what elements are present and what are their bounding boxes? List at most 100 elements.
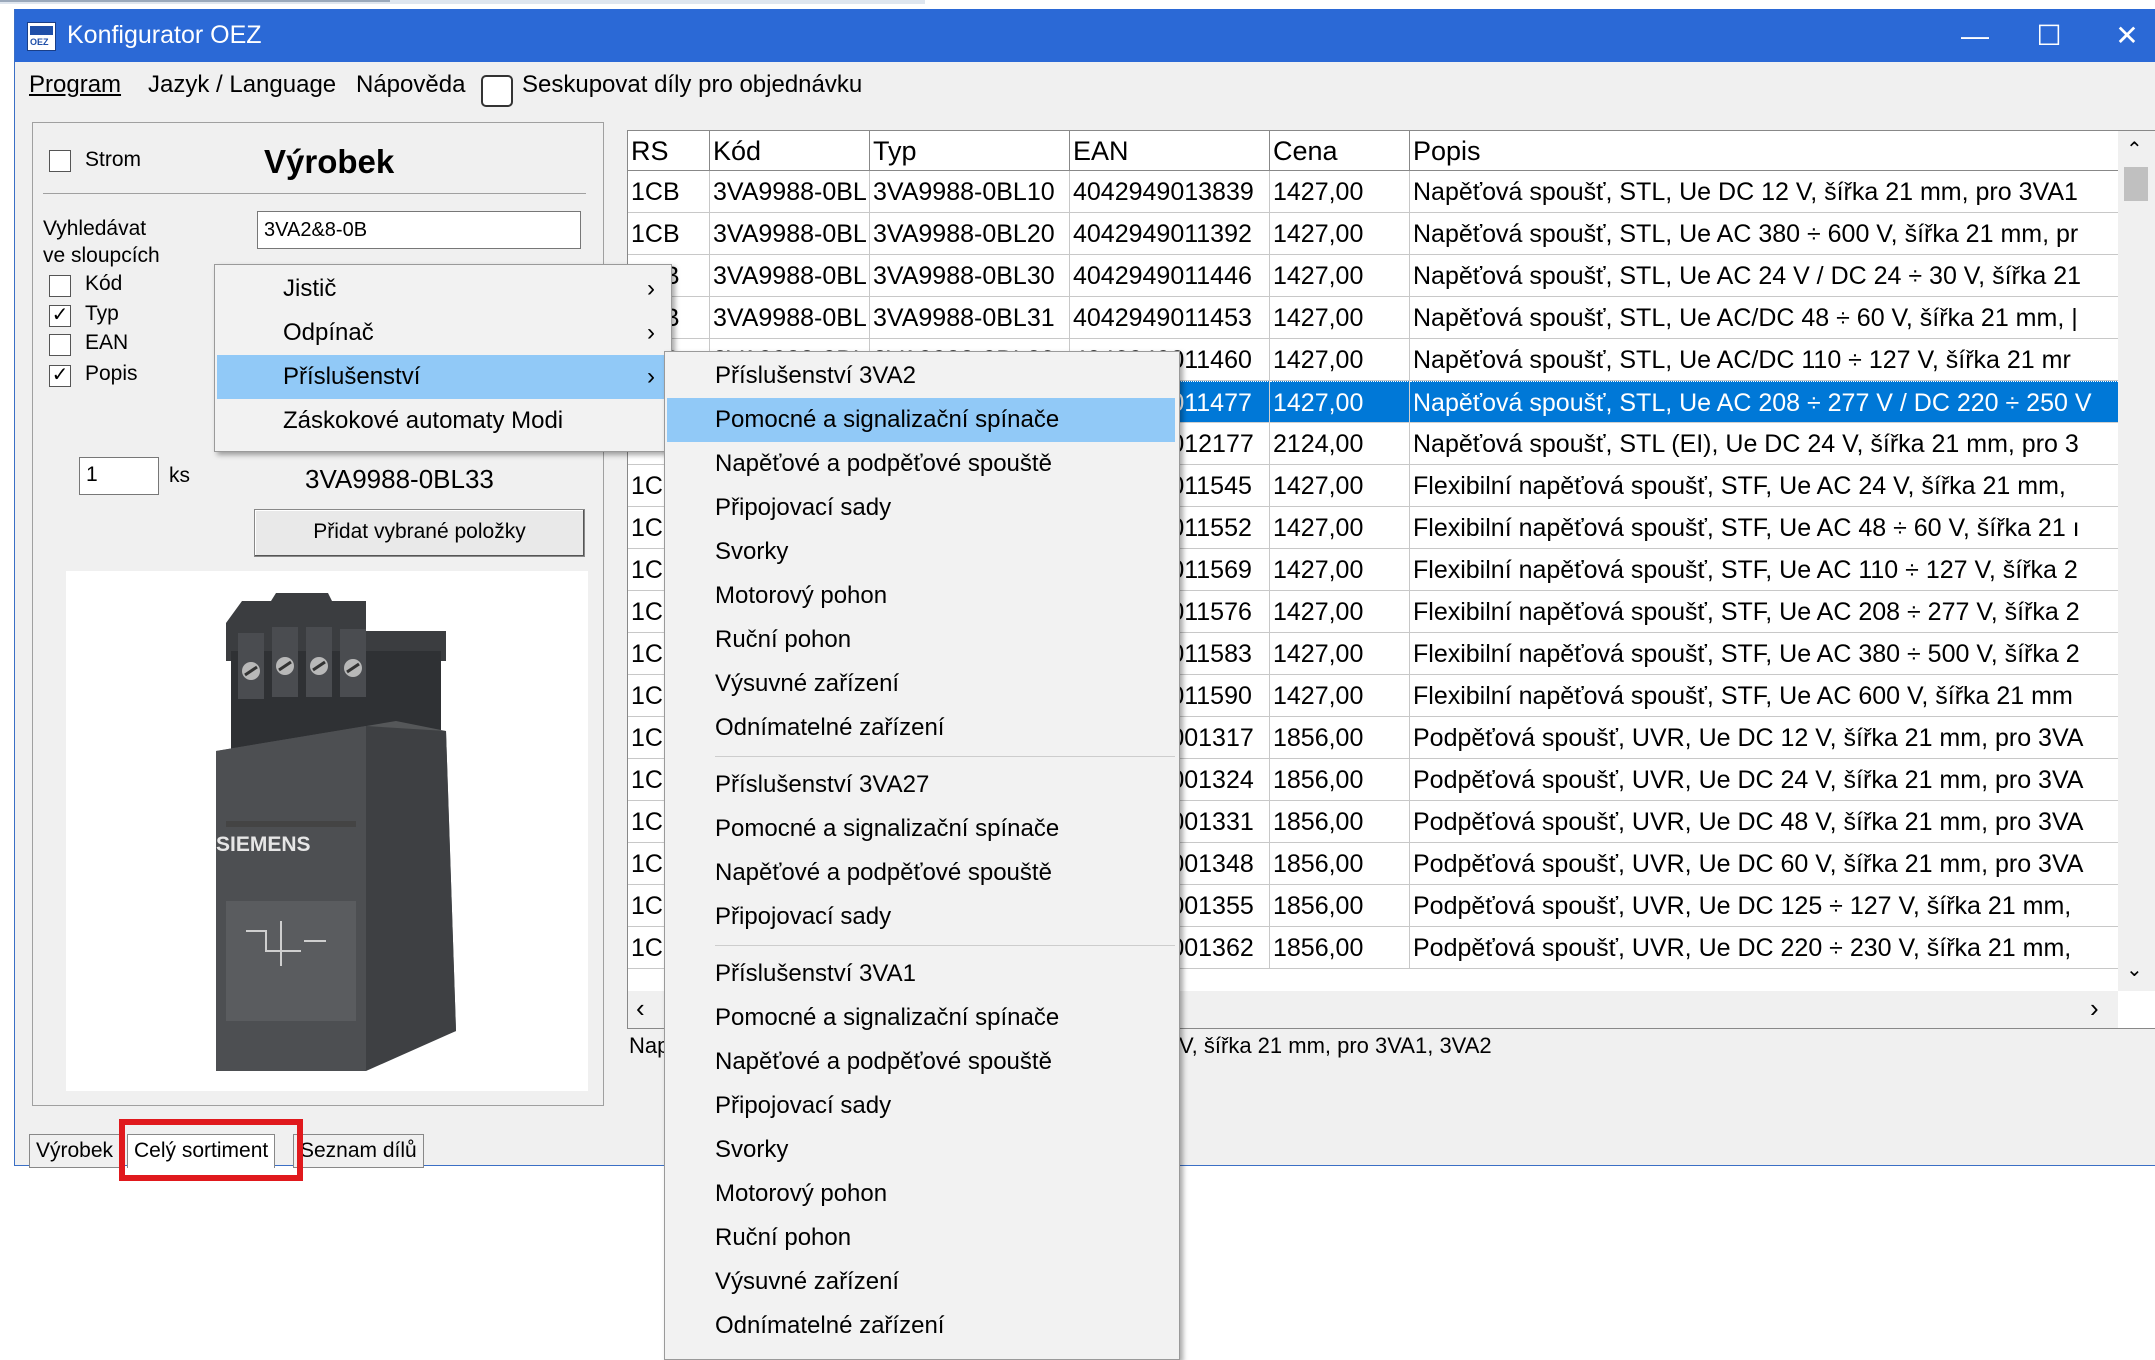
table-row[interactable]: 1CB 3VA9988-0BL 3VA9988-0BL20 4042949011392… xyxy=(628,213,2120,255)
highlight-box xyxy=(119,1119,303,1181)
table-cell: 1427,00 xyxy=(1270,633,1410,675)
submenu-item[interactable]: Motorový pohon xyxy=(667,574,1175,618)
table-cell: 4042949013839 xyxy=(1070,171,1270,213)
table-cell: Podpěťová spoušť, UVR, Ue DC 48 V, šířka… xyxy=(1410,801,2120,843)
quantity-input[interactable]: 1 xyxy=(79,457,159,495)
table-row[interactable]: 1CB3VA9988-0BL3VA9988-0BL314042949011453… xyxy=(628,297,2120,339)
submenu-item[interactable]: Ruční pohon xyxy=(667,1216,1175,1260)
context-menu-item[interactable]: Odpínač › xyxy=(217,311,667,355)
table-cell: 1856,00 xyxy=(1270,927,1410,969)
context-menu-item[interactable]: Jistič › xyxy=(217,267,667,311)
filter-typ-label: Typ xyxy=(85,302,119,325)
search-input[interactable]: 3VA2&8-0B xyxy=(257,211,581,249)
column-header[interactable]: Kód xyxy=(710,131,870,171)
submenu-item[interactable]: Pomocné a signalizační spínače xyxy=(667,807,1175,851)
table-cell: 1427,00 xyxy=(1270,213,1410,255)
group-parts-label: Seskupovat díly pro objednávku xyxy=(522,71,863,98)
submenu-item[interactable]: Příslušenství 3VA27 xyxy=(667,763,1175,807)
submenu-item[interactable]: Připojovací sady xyxy=(667,486,1175,530)
group-parts-checkbox[interactable] xyxy=(481,75,513,107)
context-menu-item-label: Příslušenství xyxy=(283,363,421,390)
add-selected-button[interactable]: Přidat vybrané položky xyxy=(254,509,585,557)
submenu-item[interactable]: Výsuvné zařízení xyxy=(667,1260,1175,1304)
window-title: Konfigurator OEZ xyxy=(67,21,262,49)
table-row[interactable]: 1CB 3VA9988-0BL 3VA9988-0BL10 4042949013839… xyxy=(628,171,2120,213)
submenu-item[interactable]: Připojovací sady xyxy=(667,895,1175,939)
column-header[interactable]: RS xyxy=(628,131,710,171)
table-cell: Napěťová spoušť, STL (EI), Ue DC 24 V, š… xyxy=(1410,423,2120,465)
table-cell: 1427,00 xyxy=(1270,381,1410,423)
product-image: SIEMENS xyxy=(66,571,588,1091)
filter-popis-checkbox[interactable]: ✓ xyxy=(49,365,71,387)
submenu-item[interactable]: Pomocné a signalizační spínače xyxy=(667,996,1175,1040)
table-cell: 1856,00 xyxy=(1270,801,1410,843)
context-menu-item[interactable]: Příslušenství › xyxy=(217,355,667,399)
table-cell: 4042949011392 xyxy=(1070,213,1270,255)
context-menu: Jistič › Odpínač › Příslušenství › Záskokové a… xyxy=(214,264,672,452)
table-cell: Napěťová spoušť, STL, Ue AC/DC 110 ÷ 127… xyxy=(1410,339,2120,381)
table-cell: Podpěťová spoušť, UVR, Ue DC 60 V, šířka… xyxy=(1410,843,2120,885)
table-cell: 1427,00 xyxy=(1270,171,1410,213)
scroll-left-icon[interactable]: ‹ xyxy=(636,993,645,1024)
search-label-2: ve sloupcích xyxy=(43,244,160,267)
submenu-item[interactable]: Pomocné a signalizační spínače xyxy=(667,398,1175,442)
table-cell: Flexibilní napěťová spoušť, STF, Ue AC 2… xyxy=(1410,465,2120,507)
scroll-thumb[interactable] xyxy=(2124,167,2148,201)
submenu-item[interactable]: Výsuvné zařízení xyxy=(667,662,1175,706)
table-cell: 1427,00 xyxy=(1270,255,1410,297)
submenu-item[interactable]: Ruční pohon xyxy=(667,618,1175,662)
column-header[interactable]: EAN xyxy=(1070,131,1270,171)
scroll-up-icon[interactable]: ⌃ xyxy=(2126,137,2143,162)
vertical-scrollbar[interactable]: ⌃ ⌄ xyxy=(2118,131,2155,991)
submenu-item[interactable]: Příslušenství 3VA1 xyxy=(667,952,1175,996)
tree-checkbox[interactable] xyxy=(49,150,71,172)
table-cell: Flexibilní napěťová spoušť, STF, Ue AC 2… xyxy=(1410,591,2120,633)
tab-seznam-dilu[interactable]: Seznam dílů xyxy=(293,1134,424,1168)
search-label: Vyhledávat xyxy=(43,217,147,240)
table-cell: 1427,00 xyxy=(1270,507,1410,549)
column-header[interactable]: Cena xyxy=(1270,131,1410,171)
column-header[interactable]: Typ xyxy=(870,131,1070,171)
filter-ean-checkbox[interactable] xyxy=(49,334,71,356)
table-cell: Podpěťová spoušť, UVR, Ue DC 24 V, šířka… xyxy=(1410,759,2120,801)
desktop-background xyxy=(0,0,2155,9)
table-cell: 1856,00 xyxy=(1270,885,1410,927)
table-cell: Napěťová spoušť, STL, Ue DC 12 V, šířka … xyxy=(1410,171,2120,213)
table-cell: 1CB xyxy=(628,171,710,213)
tab-vyrobek[interactable]: Výrobek xyxy=(29,1134,121,1168)
submenu-item[interactable]: Napěťové a podpěťové spouště xyxy=(667,851,1175,895)
submenu-prislusenstvi: Příslušenství 3VA2 Pomocné a signalizační… xyxy=(664,351,1180,1360)
submenu-item[interactable]: Napěťové a podpěťové spouště xyxy=(667,1040,1175,1084)
submenu-item[interactable]: Příslušenství 3VA2 xyxy=(667,354,1175,398)
submenu-item[interactable]: Svorky xyxy=(667,530,1175,574)
brand-text: SIEMENS xyxy=(216,833,311,856)
title-bar[interactable]: OEZ Konfigurator OEZ — ☐ ✕ xyxy=(15,9,2155,62)
filter-typ-checkbox[interactable]: ✓ xyxy=(49,305,71,327)
chevron-right-icon: › xyxy=(647,275,655,302)
close-icon[interactable]: ✕ xyxy=(2083,9,2155,62)
menu-language[interactable]: Jazyk / Language xyxy=(148,70,336,100)
maximize-icon[interactable]: ☐ xyxy=(2005,9,2093,62)
menu-help[interactable]: Nápověda xyxy=(356,70,465,100)
submenu-item[interactable]: Odnímatelné zařízení xyxy=(667,1304,1175,1348)
table-cell: 1427,00 xyxy=(1270,465,1410,507)
table-cell: 1427,00 xyxy=(1270,591,1410,633)
column-header[interactable]: Popis xyxy=(1410,131,2120,171)
context-menu-item[interactable]: Záskokové automaty Modi xyxy=(217,399,667,443)
scroll-right-icon[interactable]: › xyxy=(2090,993,2099,1024)
chevron-right-icon: › xyxy=(647,363,655,390)
submenu-item[interactable]: Motorový pohon xyxy=(667,1172,1175,1216)
submenu-item[interactable]: Odnímatelné zařízení xyxy=(667,706,1175,750)
table-cell: Napěťová spoušť, STL, Ue AC 24 V / DC 24… xyxy=(1410,255,2120,297)
menu-program[interactable]: Program xyxy=(29,70,121,100)
submenu-item[interactable]: Připojovací sady xyxy=(667,1084,1175,1128)
table-cell: 1CB xyxy=(628,213,710,255)
scroll-down-icon[interactable]: ⌄ xyxy=(2126,957,2143,982)
chevron-right-icon: › xyxy=(647,319,655,346)
filter-kod-checkbox[interactable] xyxy=(49,275,71,297)
submenu-item[interactable]: Svorky xyxy=(667,1128,1175,1172)
quantity-unit: ks xyxy=(169,464,190,487)
app-logo-icon: OEZ xyxy=(27,22,56,51)
table-row[interactable]: 1CB3VA9988-0BL3VA9988-0BL304042949011446… xyxy=(628,255,2120,297)
submenu-item[interactable]: Napěťové a podpěťové spouště xyxy=(667,442,1175,486)
